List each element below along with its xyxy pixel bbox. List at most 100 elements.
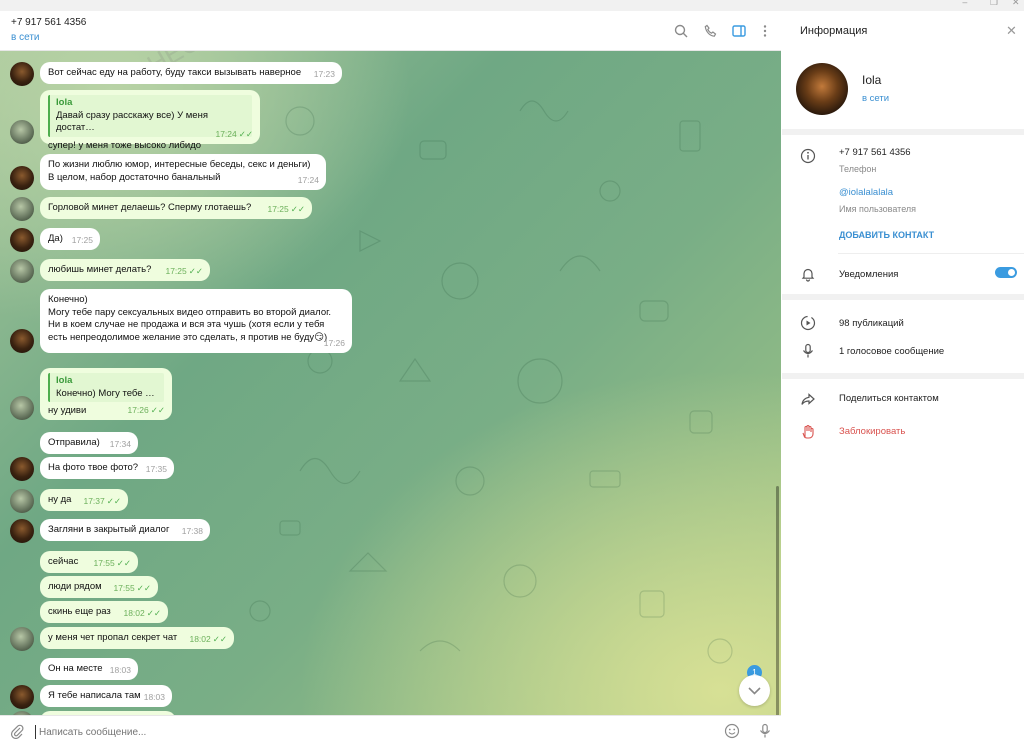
message-time: 17:37 ✓✓: [83, 495, 121, 508]
username-value[interactable]: @iolalalalala: [839, 187, 893, 198]
chat-title[interactable]: +7 917 561 4356: [11, 17, 86, 28]
read-check-icon: ✓✓: [106, 495, 121, 506]
info-icon: [800, 148, 816, 164]
block-icon: [802, 424, 814, 439]
share-contact-button[interactable]: Поделиться контактом: [839, 393, 939, 404]
username-label: Имя пользователя: [839, 204, 917, 214]
outgoing-message[interactable]: ну да 17:37 ✓✓: [40, 489, 128, 511]
avatar[interactable]: [10, 685, 34, 709]
chat-panel: +7 917 561 4356 в сети CHECK YOU ME Вот …: [0, 11, 781, 745]
scroll-down-button[interactable]: [739, 675, 770, 706]
media-count[interactable]: 98 публикаций: [839, 318, 904, 329]
read-check-icon: ✓✓: [116, 557, 131, 568]
message-time-text: 17:55: [113, 582, 135, 593]
window-titlebar: ‒ ❐ ✕: [0, 0, 1024, 11]
message-time: 17:55 ✓✓: [113, 582, 151, 595]
composer: [0, 715, 781, 745]
block-button[interactable]: Заблокировать: [839, 426, 905, 437]
message-row: Загляни в закрытый диалог 17:38: [0, 519, 781, 543]
restore-icon[interactable]: ❐: [990, 0, 998, 8]
reply-text: Конечно) Могу тебе …: [56, 387, 155, 399]
profile-avatar[interactable]: [796, 63, 848, 115]
avatar[interactable]: [10, 329, 34, 353]
avatar[interactable]: [10, 228, 34, 252]
search-icon[interactable]: [673, 23, 689, 39]
window-close-icon[interactable]: ✕: [1012, 0, 1020, 8]
outgoing-message[interactable]: Горловой минет делаешь? Сперму глотаешь?…: [40, 197, 312, 219]
message-row: Горловой минет делаешь? Сперму глотаешь?…: [0, 197, 781, 221]
message-time-text: 18:02: [189, 633, 211, 644]
chevron-down-icon: [748, 687, 761, 695]
outgoing-message[interactable]: Iola Конечно) Могу тебе … ну удиви 17:26 ✓✓: [40, 368, 172, 420]
info-panel: Информация ✕ Iola в сети +7 917 561 4356…: [782, 11, 1024, 745]
avatar[interactable]: [10, 396, 34, 420]
message-time: 17:34: [110, 438, 131, 451]
message-text: любишь минет делать?: [48, 264, 152, 275]
incoming-message[interactable]: Да) 17:25: [40, 228, 100, 250]
message-time-text: 17:25: [165, 265, 187, 276]
avatar[interactable]: [10, 197, 34, 221]
incoming-message[interactable]: Загляни в закрытый диалог 17:38: [40, 519, 210, 541]
incoming-message[interactable]: Я тебе написала там 18:03: [40, 685, 172, 707]
incoming-message[interactable]: Конечно) Могу тебе пару сексуальных виде…: [40, 289, 352, 353]
avatar[interactable]: [10, 519, 34, 543]
outgoing-message[interactable]: у меня чет пропал секрет чат 18:02 ✓✓: [40, 627, 234, 649]
notifications-toggle[interactable]: [995, 267, 1017, 278]
message-time-text: 17:25: [71, 234, 93, 245]
message-time: 17:25 ✓✓: [165, 265, 203, 278]
message-text: у меня чет пропал секрет чат: [48, 632, 178, 643]
message-text: ну да: [48, 494, 72, 505]
minimize-icon[interactable]: ‒: [962, 0, 968, 8]
message-time-text: 18:02: [123, 607, 145, 618]
sidebar-icon[interactable]: [731, 23, 747, 39]
avatar[interactable]: [10, 259, 34, 283]
message-text: Да): [48, 233, 63, 244]
phone-value[interactable]: +7 917 561 4356: [839, 147, 911, 158]
close-icon[interactable]: ✕: [1006, 23, 1017, 39]
media-icon: [800, 315, 816, 331]
outgoing-message[interactable]: люди рядом 17:55 ✓✓: [40, 576, 158, 598]
message-row: сейчас 17:55 ✓✓: [0, 551, 781, 573]
message-input[interactable]: [35, 725, 695, 739]
phone-icon[interactable]: [703, 23, 719, 39]
avatar[interactable]: [10, 166, 34, 190]
avatar[interactable]: [10, 489, 34, 513]
incoming-message[interactable]: Он на месте 18:03: [40, 658, 138, 680]
outgoing-message[interactable]: скинь еще раз 18:02 ✓✓: [40, 601, 168, 623]
reply-author: Iola: [56, 97, 73, 108]
incoming-message[interactable]: На фото твое фото? 17:35: [40, 457, 174, 479]
add-contact-button[interactable]: ДОБАВИТЬ КОНТАКТ: [839, 230, 934, 240]
mic-icon[interactable]: [757, 723, 773, 739]
incoming-message[interactable]: Вот сейчас еду на работу, буду такси выз…: [40, 62, 342, 84]
message-text: Горловой минет делаешь? Сперму глотаешь?: [48, 202, 252, 213]
incoming-message[interactable]: По жизни люблю юмор, интересные беседы, …: [40, 154, 326, 190]
attach-icon[interactable]: [9, 723, 25, 739]
reply-quote[interactable]: Iola Конечно) Могу тебе …: [48, 373, 164, 402]
incoming-message[interactable]: Отправила) 17:34: [40, 432, 138, 454]
more-icon[interactable]: [757, 23, 773, 39]
message-row: любишь минет делать? 17:25 ✓✓: [0, 259, 781, 283]
outgoing-message[interactable]: сейчас 17:55 ✓✓: [40, 551, 138, 573]
message-time: 17:26: [324, 337, 345, 350]
avatar[interactable]: [10, 457, 34, 481]
message-time-text: 17:35: [145, 463, 167, 474]
avatar[interactable]: [10, 62, 34, 86]
message-time-text: 17:26: [127, 404, 149, 415]
message-text: Я тебе написала там: [48, 690, 141, 701]
voice-count[interactable]: 1 голосовое сообщение: [839, 346, 944, 357]
outgoing-message[interactable]: Iola Давай сразу расскажу все) У меня дос…: [40, 90, 260, 151]
emoji-icon[interactable]: [724, 723, 740, 739]
read-check-icon: ✓✓: [146, 607, 161, 618]
message-time-text: 17:24: [215, 128, 237, 139]
message-time-text: 17:55: [93, 557, 115, 568]
chat-header[interactable]: +7 917 561 4356 в сети: [0, 11, 781, 51]
avatar[interactable]: [10, 627, 34, 651]
share-icon: [801, 393, 815, 405]
outgoing-message[interactable]: любишь минет делать? 17:25 ✓✓: [40, 259, 210, 281]
read-check-icon: ✓✓: [136, 582, 151, 593]
avatar[interactable]: [10, 120, 34, 144]
message-row: люди рядом 17:55 ✓✓: [0, 576, 781, 598]
info-title: Информация: [800, 25, 868, 37]
message-row: Да) 17:25: [0, 228, 781, 252]
message-time: 18:03: [110, 664, 131, 677]
